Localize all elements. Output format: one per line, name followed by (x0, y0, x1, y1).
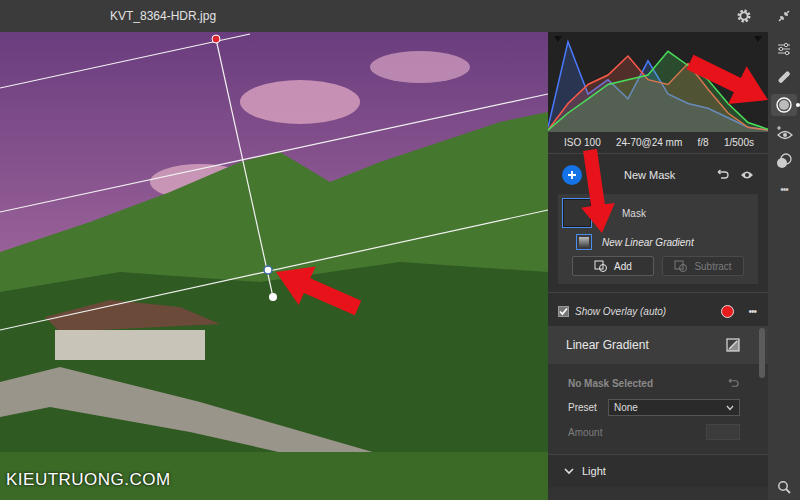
edit-panel: ISO 100 24-70@24 mm f/8 1/500s New Mask Mas… (548, 32, 768, 500)
collapse-button[interactable] (768, 0, 800, 32)
plus-icon[interactable] (567, 170, 577, 180)
mask-thumbnail[interactable] (562, 198, 592, 228)
reset-icon[interactable] (716, 169, 730, 181)
mask-label: Mask (622, 208, 646, 219)
eye-icon[interactable] (740, 170, 754, 180)
bandage-icon[interactable] (776, 69, 792, 85)
gear-icon[interactable] (736, 8, 752, 24)
mask-button: Subtract (662, 256, 744, 276)
sliders-icon[interactable] (776, 41, 792, 57)
annotation-arrow (687, 55, 769, 104)
reset-icon[interactable] (727, 378, 740, 389)
preset-row: Preset None (548, 395, 768, 420)
status-row: No Mask Selected (548, 364, 768, 395)
create-mask-button[interactable] (562, 165, 582, 185)
overlay-color[interactable] (721, 305, 734, 318)
red-eye-icon[interactable] (775, 125, 793, 141)
chevron-icon (564, 467, 574, 475)
mask-component[interactable]: New Linear Gradient (562, 234, 754, 250)
tool-strip: ••• (768, 32, 800, 500)
component-label: New Linear Gradient (602, 237, 694, 248)
amount-field (706, 424, 740, 440)
photo-canvas[interactable]: KIEUTRUONG.COM (0, 32, 548, 500)
overlay-checkbox[interactable] (558, 306, 569, 317)
zoom-button[interactable] (771, 476, 797, 498)
photo (0, 32, 548, 500)
gradient-icon (576, 234, 592, 250)
check-icon (559, 307, 568, 316)
mask-button[interactable]: Add (572, 256, 654, 276)
exif-value: ISO 100 (564, 137, 601, 148)
file-title: KVT_8364-HDR.jpg (110, 9, 216, 23)
exif-value: 1/500s (724, 137, 754, 148)
selected-indicator (796, 103, 800, 107)
preset-label: Preset (568, 402, 598, 413)
exif-row: ISO 100 24-70@24 mm f/8 1/500s (548, 132, 768, 154)
red-eye-button[interactable] (771, 122, 797, 144)
gradient-tool-icon[interactable] (726, 338, 740, 352)
camera-raw-window: KVT_8364-HDR.jpg KIEUTRUONG.COM ISO 100 2… (0, 0, 800, 500)
annotation-layer (0, 0, 800, 500)
histogram-line (548, 51, 768, 130)
mask-header: New Mask (548, 154, 768, 194)
watermark: KIEUTRUONG.COM (6, 470, 171, 490)
histogram (548, 32, 768, 132)
overlay-label: Show Overlay (auto) (575, 306, 666, 317)
edit-button[interactable] (771, 38, 797, 60)
presets-button[interactable] (771, 150, 797, 172)
collapse-icon[interactable] (777, 9, 791, 23)
mask-title: New Mask (624, 169, 675, 181)
status-text: No Mask Selected (568, 378, 653, 389)
preset-select[interactable]: None (608, 399, 740, 416)
histogram-area (548, 42, 768, 132)
annotation-arrow (581, 149, 615, 233)
overlay-more-button[interactable]: ••• (748, 306, 756, 317)
amount-label: Amount (568, 427, 598, 438)
histogram-area (548, 51, 768, 132)
heal-button[interactable] (771, 66, 797, 88)
masking-button[interactable] (771, 94, 797, 116)
tool-header: Linear Gradient (548, 326, 768, 364)
clip-warning-icon[interactable] (754, 36, 762, 42)
title-bar: KVT_8364-HDR.jpg (0, 0, 800, 32)
mask-list: Mask New Linear Gradient Add Subtract (558, 194, 758, 284)
annotation-arrow (276, 266, 361, 315)
mask-op-icon (674, 260, 688, 272)
linear-gradient-overlay[interactable] (0, 32, 548, 500)
clip-warning-icon[interactable] (554, 36, 562, 42)
exif-value: f/8 (698, 137, 709, 148)
tool-title: Linear Gradient (566, 338, 649, 352)
scrollbar[interactable] (759, 328, 765, 378)
magnifier-icon[interactable] (777, 480, 791, 494)
amount-row: Amount (548, 420, 768, 444)
more-button[interactable]: ••• (771, 178, 797, 200)
mask-op-icon (594, 260, 608, 272)
chevron-down-icon (726, 405, 734, 411)
section-header[interactable]: Light (548, 454, 768, 487)
exif-value: 24-70@24 mm (616, 137, 682, 148)
presets-icon[interactable] (776, 153, 792, 169)
show-overlay-row: Show Overlay (auto) ••• (548, 292, 768, 326)
mask-item[interactable]: Mask (562, 198, 754, 228)
section-label: Light (582, 465, 606, 477)
masking-icon[interactable] (775, 96, 793, 114)
